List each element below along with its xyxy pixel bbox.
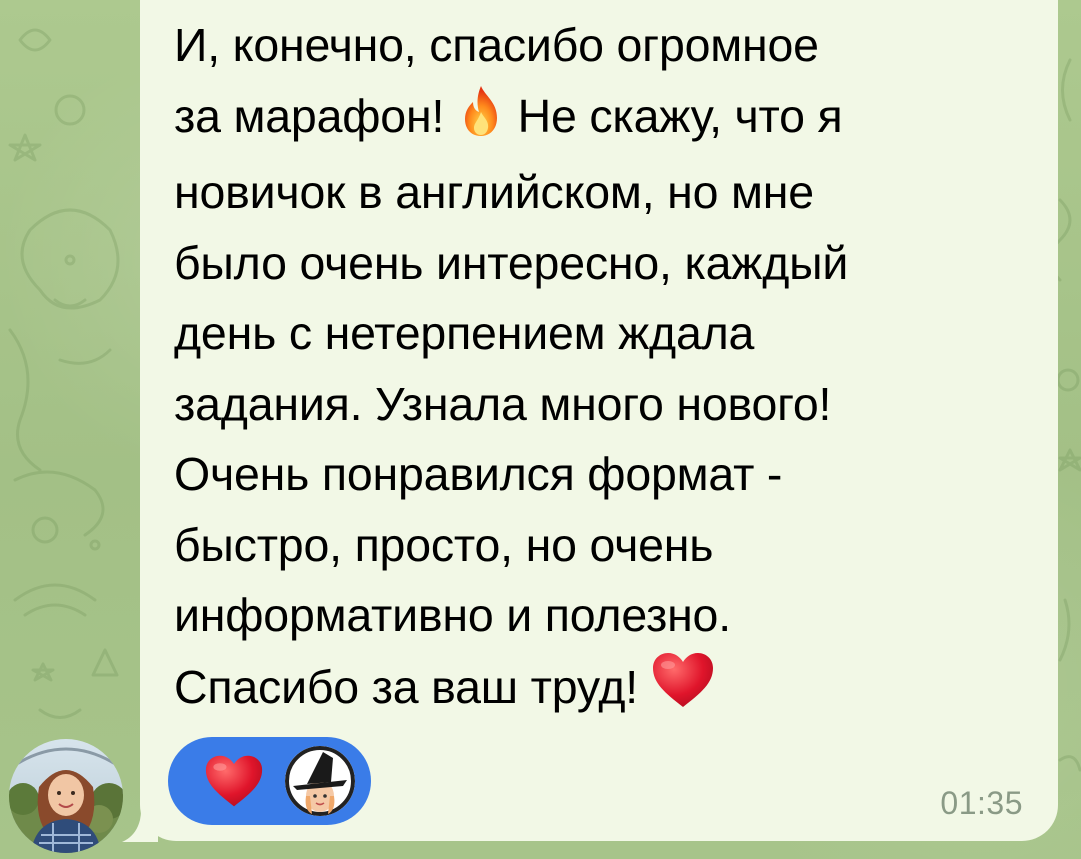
red-heart-icon <box>651 651 715 729</box>
message-timestamp: 01:35 <box>940 785 1023 821</box>
message-text: И, конечно, спасибо огромное за марафон!… <box>174 10 1034 728</box>
sender-avatar[interactable] <box>9 739 123 853</box>
reactor-avatar[interactable] <box>285 746 355 816</box>
reactions-pill[interactable] <box>168 737 371 825</box>
message-text-part-2: Не скажу, что я новичок в английском, но… <box>174 89 849 713</box>
reaction-heart-icon <box>205 755 263 807</box>
fire-icon <box>457 84 505 158</box>
